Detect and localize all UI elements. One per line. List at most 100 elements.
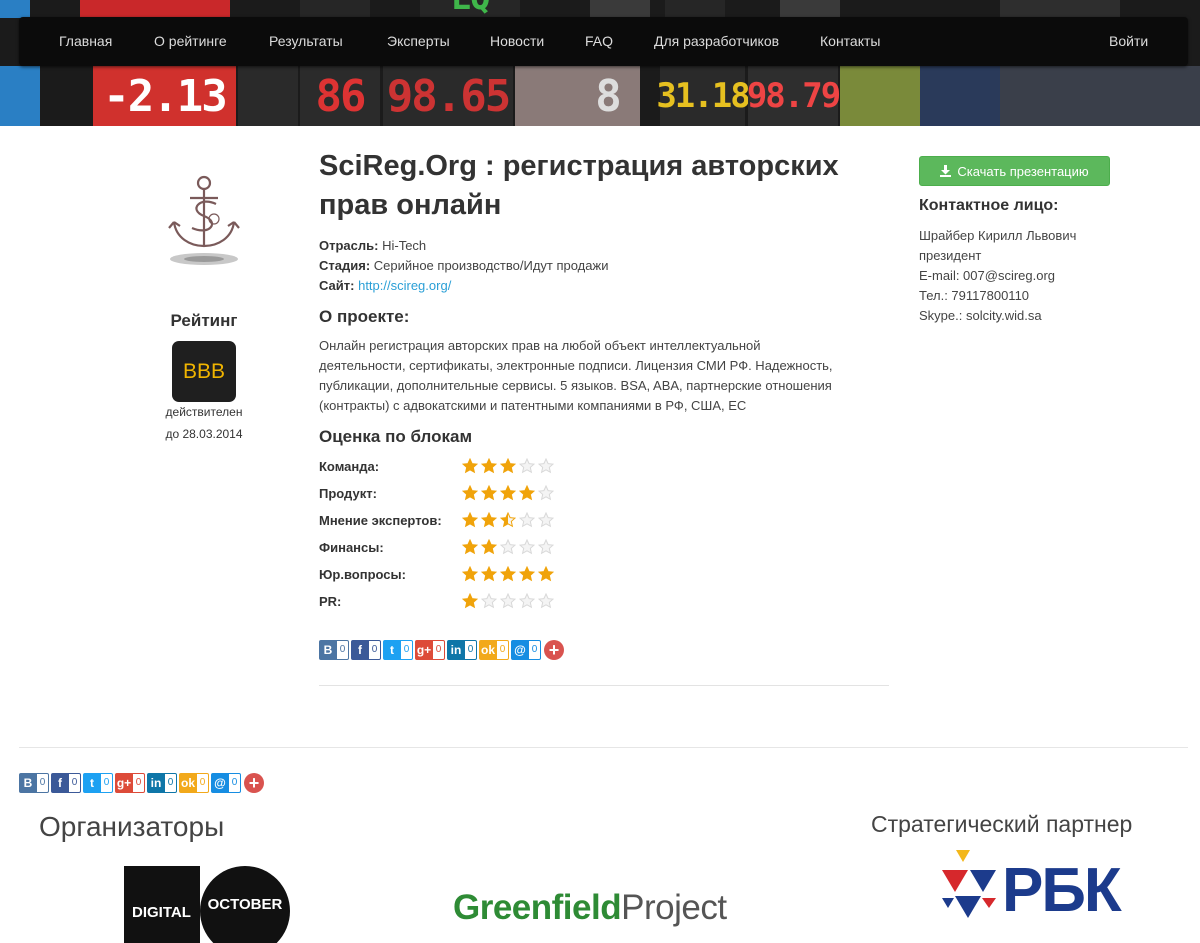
nav-contacts[interactable]: Контакты — [820, 17, 880, 66]
star-empty-icon — [538, 458, 554, 474]
vk-share-button[interactable]: B0 — [19, 773, 49, 793]
linkedin-icon: in — [447, 640, 465, 660]
rbk-logo[interactable]: РБК — [940, 850, 1130, 925]
about-text: Онлайн регистрация авторских прав на люб… — [319, 336, 894, 416]
footer-share-bar: B 0 f 0 t 0 g+ 0 in 0 ok 0 @0 + — [19, 773, 266, 793]
mailru-share-button[interactable]: @0 — [211, 773, 241, 793]
banner-tile: 86 — [300, 66, 380, 126]
industry-row: Отрасль: Hi-Tech — [319, 238, 426, 253]
star-full-icon — [500, 485, 516, 501]
vk-share-button[interactable]: B0 — [319, 640, 349, 660]
nav-results[interactable]: Результаты — [269, 17, 343, 66]
login-link[interactable]: Войти — [1109, 17, 1148, 66]
contact-email: E-mail: 007@scireg.org — [919, 268, 1056, 283]
banner-tile: 98.79 — [747, 66, 841, 126]
stage-label: Стадия: — [319, 258, 371, 273]
linkedin-share-button[interactable]: in 0 — [147, 773, 177, 793]
greenfield-project-logo[interactable]: GreenfieldProject — [453, 888, 727, 928]
banner-tile: EQ — [420, 0, 520, 18]
share-count: 0 — [433, 640, 445, 660]
star-full-icon — [462, 539, 478, 555]
digital-october-logo[interactable]: DIGITAL OCTOBER — [124, 866, 290, 943]
star-full-icon — [481, 566, 497, 582]
linkedin-share-button[interactable]: in 0 — [447, 640, 477, 660]
banner-tile — [80, 0, 230, 18]
share-count: 0 — [497, 640, 509, 660]
share-count: 0 — [69, 773, 81, 793]
star-rating — [462, 485, 554, 501]
star-full-icon — [500, 566, 516, 582]
star-full-icon — [462, 485, 478, 501]
share-count: 0 — [101, 773, 113, 793]
star-empty-icon — [538, 593, 554, 609]
star-full-icon — [462, 593, 478, 609]
share-count: 0 — [465, 640, 477, 660]
site-row: Сайт: http://scireg.org/ — [319, 278, 451, 293]
site-label: Сайт: — [319, 278, 355, 293]
content-divider — [319, 685, 889, 686]
twitter-icon: t — [83, 773, 101, 793]
about-line: (контракты) с адвокатскими и патентными … — [319, 398, 747, 413]
googleplus-share-button[interactable]: g+ 0 — [115, 773, 145, 793]
star-full-icon — [481, 458, 497, 474]
about-heading: О проекте: — [319, 307, 410, 326]
share-count: 0 — [229, 773, 241, 793]
do-logo-left: DIGITAL — [124, 866, 200, 943]
rbk-logo-mark — [942, 850, 996, 918]
industry-label: Отрасль: — [319, 238, 379, 253]
banner-tile: 31.18 — [656, 66, 751, 126]
vk-icon: B — [19, 773, 37, 793]
googleplus-icon: g+ — [115, 773, 133, 793]
star-full-icon — [519, 485, 535, 501]
share-count: 0 — [369, 640, 381, 660]
nav-home[interactable]: Главная — [59, 17, 112, 66]
about-line: Онлайн регистрация авторских прав на люб… — [319, 338, 761, 353]
facebook-share-button[interactable]: f0 — [351, 640, 381, 660]
odnoklassniki-icon: ok — [179, 773, 197, 793]
star-empty-icon — [538, 485, 554, 501]
star-full-icon — [462, 512, 478, 528]
score-label: Финансы: — [319, 539, 384, 555]
score-label: PR: — [319, 593, 342, 609]
share-more-button[interactable]: + — [544, 640, 564, 660]
score-row: Финансы: — [319, 538, 554, 556]
nav-developers[interactable]: Для разработчиков — [654, 17, 779, 66]
star-full-icon — [462, 458, 478, 474]
nav-experts[interactable]: Эксперты — [387, 17, 450, 66]
twitter-share-button[interactable]: t0 — [83, 773, 113, 793]
banner-tile — [300, 0, 370, 18]
site-link[interactable]: http://scireg.org/ — [358, 278, 451, 293]
twitter-icon: t — [383, 640, 401, 660]
twitter-share-button[interactable]: t0 — [383, 640, 413, 660]
nav-about-rating[interactable]: О рейтинге — [154, 17, 227, 66]
star-rating — [462, 593, 554, 609]
download-icon — [940, 165, 952, 177]
share-more-button[interactable]: + — [244, 773, 264, 793]
linkedin-icon: in — [147, 773, 165, 793]
contact-name: Шрайбер Кирилл Львович — [919, 228, 1077, 243]
facebook-icon: f — [51, 773, 69, 793]
odnoklassniki-share-button[interactable]: ok 0 — [479, 640, 509, 660]
mailru-share-button[interactable]: @0 — [511, 640, 541, 660]
organizers-heading: Организаторы — [39, 811, 225, 842]
company-logo — [160, 170, 250, 270]
mailru-icon: @ — [511, 640, 529, 660]
download-presentation-button[interactable]: Скачать презентацию — [919, 156, 1110, 186]
banner-tile — [238, 66, 298, 126]
about-line: деятельности, сертификаты, электронные п… — [319, 358, 833, 373]
googleplus-share-button[interactable]: g+ 0 — [415, 640, 445, 660]
odnoklassniki-share-button[interactable]: ok 0 — [179, 773, 209, 793]
facebook-share-button[interactable]: f0 — [51, 773, 81, 793]
nav-faq[interactable]: FAQ — [585, 17, 613, 66]
share-count: 0 — [401, 640, 413, 660]
star-full-icon — [538, 566, 554, 582]
download-label: Скачать презентацию — [957, 163, 1089, 179]
star-rating — [462, 566, 554, 582]
share-bar: B 0 f 0 t 0 g+ 0 in 0 ok 0 @0 + — [319, 640, 566, 660]
star-rating — [462, 458, 554, 474]
star-empty-icon — [519, 593, 535, 609]
star-rating — [462, 512, 554, 528]
nav-news[interactable]: Новости — [490, 17, 544, 66]
banner-tile — [840, 66, 920, 126]
do-logo-right: OCTOBER — [200, 866, 290, 943]
